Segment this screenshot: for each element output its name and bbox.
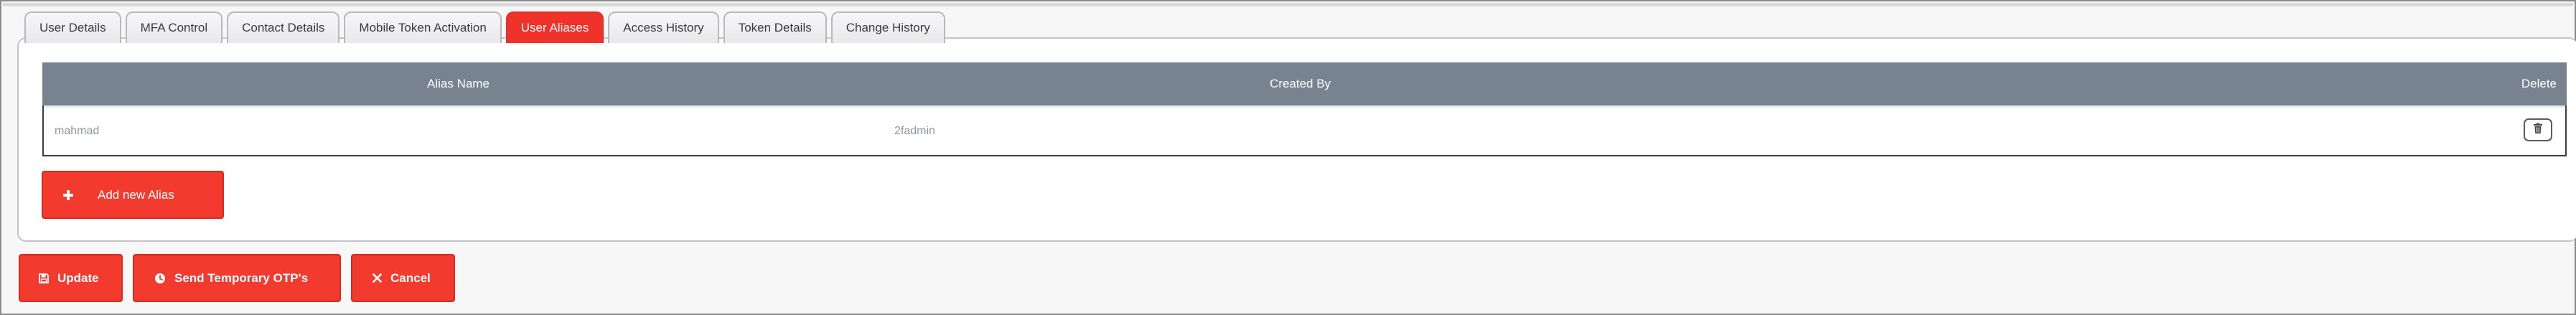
add-new-alias-button[interactable]: Add new Alias xyxy=(42,171,224,219)
send-temporary-otp-label: Send Temporary OTP's xyxy=(174,271,309,285)
update-label: Update xyxy=(57,271,99,285)
save-icon xyxy=(39,273,49,283)
cancel-label: Cancel xyxy=(390,271,431,285)
aliases-table: Alias Name Created By Delete mahmad 2fad… xyxy=(42,62,2567,156)
created-by-cell: 2fadmin xyxy=(894,125,935,137)
table-header: Alias Name Created By Delete xyxy=(42,62,2567,105)
alias-name-cell: mahmad xyxy=(55,125,100,137)
trash-icon xyxy=(2533,123,2543,138)
update-button[interactable]: Update xyxy=(19,254,123,302)
tab-user-details[interactable]: User Details xyxy=(24,11,121,43)
tab-bar: User Details MFA Control Contact Details… xyxy=(24,11,950,43)
tab-mfa-control[interactable]: MFA Control xyxy=(125,11,223,43)
add-new-alias-label: Add new Alias xyxy=(98,187,174,202)
tab-user-aliases[interactable]: User Aliases xyxy=(505,11,604,43)
plus-icon xyxy=(63,189,73,200)
tab-contact-details[interactable]: Contact Details xyxy=(227,11,340,43)
tab-mobile-token-activation[interactable]: Mobile Token Activation xyxy=(344,11,502,43)
user-edit-window: User Details MFA Control Contact Details… xyxy=(0,0,2576,315)
column-header-delete: Delete xyxy=(2521,77,2557,90)
top-divider xyxy=(3,3,2573,6)
tab-change-history[interactable]: Change History xyxy=(830,11,945,43)
tab-token-details[interactable]: Token Details xyxy=(723,11,827,43)
close-icon xyxy=(373,273,382,283)
send-temporary-otp-button[interactable]: Send Temporary OTP's xyxy=(133,254,341,302)
table-row: mahmad 2fadmin xyxy=(44,108,2565,155)
tab-access-history[interactable]: Access History xyxy=(608,11,719,43)
column-header-created-by[interactable]: Created By xyxy=(1270,62,1331,105)
delete-alias-button[interactable] xyxy=(2524,118,2552,141)
clock-icon xyxy=(154,273,166,284)
column-header-alias-name[interactable]: Alias Name xyxy=(427,62,490,105)
cancel-button[interactable]: Cancel xyxy=(351,254,455,302)
